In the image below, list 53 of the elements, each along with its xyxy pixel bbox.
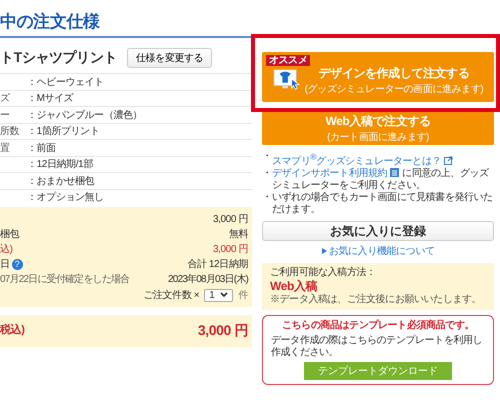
spec-value: ：ジャパンブルー（濃色） <box>27 108 142 122</box>
note-text: デザインサポート利用規約 に同意の上、グッズシミュレーターをご利用ください。 <box>272 168 490 192</box>
recommend-badge: オススメ <box>266 55 310 66</box>
note-text: いずれの場合でもカート画面にて見積書を発行いただけます。 <box>272 192 494 216</box>
caret-icon <box>220 292 228 298</box>
bullet-dot: ・ <box>262 192 272 206</box>
quantity-select[interactable]: 1 <box>204 288 234 302</box>
product-name: トTシャツプリント <box>0 49 117 67</box>
price-label: 梱包 <box>0 228 20 240</box>
favorite-info-link[interactable]: お気に入り機能について <box>322 246 434 258</box>
note-link[interactable]: デザインサポート利用規約 <box>272 168 388 180</box>
upload-note: ※データ入稿は、ご注文後にお願いいたします。 <box>270 294 482 306</box>
template-heading: こちらの商品はテンプレート必須商品です。 <box>282 320 474 332</box>
spec-label: ー <box>0 110 10 121</box>
spec-value: ：Mサイズ <box>27 92 74 106</box>
triangle-icon <box>322 248 326 254</box>
design-order-button[interactable]: オススメ デザインを作成して注文する (グッズシミュレーターの画面に進みます) <box>262 52 494 102</box>
price-value: 3,000 円 <box>212 212 248 226</box>
quantity-unit: 件 <box>238 289 248 302</box>
spec-value: ：おまかせ梱包 <box>27 174 94 188</box>
upload-heading: ご利用可能な入稿方法： <box>270 267 377 280</box>
page-title: 中の注文仕様 <box>0 10 252 38</box>
price-value: 合計 12日納期 <box>187 258 248 270</box>
favorite-button[interactable]: お気に入りに登録 <box>262 221 494 242</box>
price-value: 無料 <box>228 228 248 240</box>
upload-method: Web入稿 <box>270 279 318 294</box>
spec-value: ：1箇所プリント <box>27 124 100 138</box>
price-label: 込) <box>0 244 13 254</box>
spec-value: ：12日納期/1部 <box>27 158 93 172</box>
template-text: データ作成の際はこちらのテンプレートを利用し作成ください。 <box>271 335 484 360</box>
quantity-label: ご注文件数 × <box>143 288 200 302</box>
spec-value: ：前面 <box>27 142 56 155</box>
help-icon[interactable]: ? <box>12 258 23 270</box>
shirt-monitor-icon <box>272 68 301 92</box>
document-icon <box>390 168 400 178</box>
price-label: 07月22日に受付確定をした場合 <box>0 274 130 284</box>
template-download-button[interactable]: テンプレートダウンロード <box>304 362 452 380</box>
spec-value: ：ヘビーウェイト <box>27 76 104 89</box>
note-link[interactable]: スマプリ$^{®}$グッズシミュレーターとは？ <box>272 156 441 168</box>
price-label: 日 <box>0 258 10 270</box>
external-link-icon <box>444 156 453 166</box>
change-spec-button[interactable]: 仕様を変更する <box>126 48 212 68</box>
price-value: 3,000 円 <box>212 242 248 256</box>
spec-label: 置 <box>0 142 10 154</box>
spec-label: ズ <box>0 93 10 104</box>
total-value: 3,000 円 <box>198 322 248 340</box>
bullet-dot: ・ <box>262 151 272 164</box>
bullet-dot: ・ <box>262 168 272 182</box>
spec-label: 所数 <box>0 126 20 138</box>
price-value: 2023年08月03日(木) <box>168 272 248 286</box>
spec-value: ：オプション無し <box>27 190 104 204</box>
web-order-button[interactable]: Web入稿で注文する (カート画面に進みます) <box>262 111 494 145</box>
total-label: 税込) <box>0 322 24 338</box>
